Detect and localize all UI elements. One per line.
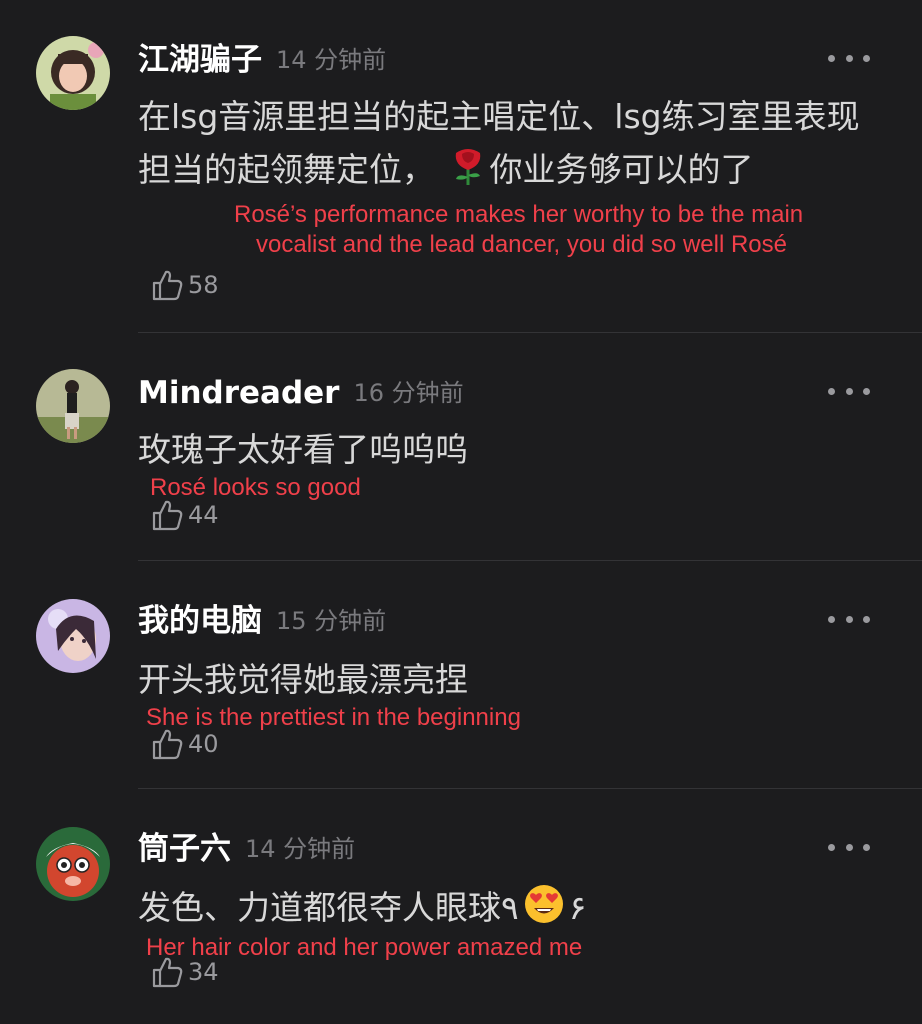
hand-right-glyph: ۶ <box>568 888 587 927</box>
heart-eyes-icon <box>523 883 565 925</box>
thumbs-up-icon <box>152 729 183 760</box>
timestamp: 16 分钟前 <box>353 379 464 407</box>
like-count: 58 <box>188 271 219 299</box>
username-text[interactable]: Mindreader <box>138 375 339 411</box>
like-button[interactable]: 34 <box>150 955 219 989</box>
timestamp: 15 分钟前 <box>276 607 387 635</box>
avatar[interactable] <box>36 36 110 110</box>
like-count: 34 <box>188 958 219 986</box>
username-text[interactable]: 筒子六 <box>138 831 231 867</box>
comment-item: Mindreader 16 分钟前 玫瑰子太好看了呜呜呜 Rosé looks s… <box>0 333 922 561</box>
thumbs-up-icon <box>152 270 183 301</box>
translation-line-2: vocalist and the lead dancer, you did so… <box>256 231 787 258</box>
like-button[interactable]: 44 <box>150 498 219 532</box>
thumbs-up-icon <box>152 957 183 988</box>
comment-feed: 江湖骗子 14 分钟前 在lsg音源里担当的起主唱定位、lsg练习室里表现担当的起… <box>0 0 922 1024</box>
username[interactable]: Mindreader 16 分钟前 <box>138 373 464 413</box>
like-button[interactable]: 58 <box>150 268 219 302</box>
username[interactable]: 筒子六 14 分钟前 <box>138 829 355 869</box>
username[interactable]: 我的电脑 15 分钟前 <box>138 601 386 641</box>
comment-item: 江湖骗子 14 分钟前 在lsg音源里担当的起主唱定位、lsg练习室里表现担当的起… <box>0 0 922 333</box>
comment-text-part1: 发色、力道都很夺人眼球 <box>138 888 501 927</box>
hand-left-glyph: ٩ <box>501 888 519 927</box>
more-options-icon[interactable] <box>828 48 870 68</box>
username-text[interactable]: 江湖骗子 <box>138 42 262 78</box>
username[interactable]: 江湖骗子 14 分钟前 <box>138 40 386 80</box>
timestamp: 14 分钟前 <box>245 835 356 863</box>
avatar[interactable] <box>36 827 110 901</box>
thumbs-up-icon <box>152 500 183 531</box>
comment-text: 发色、力道都很夺人眼球٩ ۶ <box>138 881 868 934</box>
avatar[interactable] <box>36 369 110 443</box>
more-options-icon[interactable] <box>828 381 870 401</box>
like-count: 40 <box>188 730 219 758</box>
rose-icon <box>446 143 490 187</box>
comment-text: 玫瑰子太好看了呜呜呜 <box>138 430 468 469</box>
more-options-icon[interactable] <box>828 609 870 629</box>
comment-text: 开头我觉得她最漂亮捏 <box>138 660 468 699</box>
translation-line-1: Rosé’s performance makes her worthy to b… <box>234 201 804 228</box>
comment-text-part2: 你业务够可以的了 <box>489 150 754 189</box>
like-button[interactable]: 40 <box>150 727 219 761</box>
timestamp: 14 分钟前 <box>276 46 387 74</box>
username-text[interactable]: 我的电脑 <box>138 603 262 639</box>
comment-item: 我的电脑 15 分钟前 开头我觉得她最漂亮捏 She is the prettie… <box>0 561 922 789</box>
more-options-icon[interactable] <box>828 837 870 857</box>
comment-item: 筒子六 14 分钟前 发色、力道都很夺人眼球٩ ۶ Her hair color … <box>0 789 922 1024</box>
comment-text: 在lsg音源里担当的起主唱定位、lsg练习室里表现担当的起领舞定位， 你业务够可… <box>138 90 868 196</box>
like-count: 44 <box>188 501 219 529</box>
avatar[interactable] <box>36 599 110 673</box>
